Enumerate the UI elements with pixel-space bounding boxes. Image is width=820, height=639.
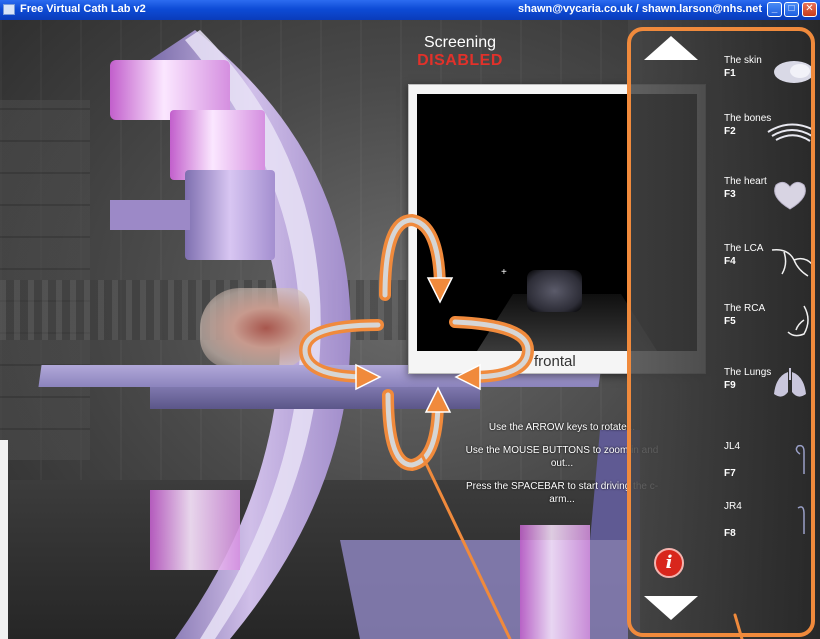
app-icon: [3, 4, 15, 15]
minimize-button[interactable]: _: [767, 2, 782, 17]
maximize-button[interactable]: □: [784, 2, 799, 17]
window-title-bar[interactable]: Free Virtual Cath Lab v2 shawn@vycaria.c…: [0, 0, 820, 20]
window-title: Free Virtual Cath Lab v2: [20, 3, 146, 15]
rotate-arrows-icon: [298, 213, 744, 639]
author-emails: shawn@vycaria.co.uk / shawn.larson@nhs.n…: [518, 3, 762, 15]
cath-lab-viewport[interactable]: Screening DISABLED + frontal Use the ARR…: [0, 20, 820, 639]
close-button[interactable]: ✕: [802, 2, 817, 17]
